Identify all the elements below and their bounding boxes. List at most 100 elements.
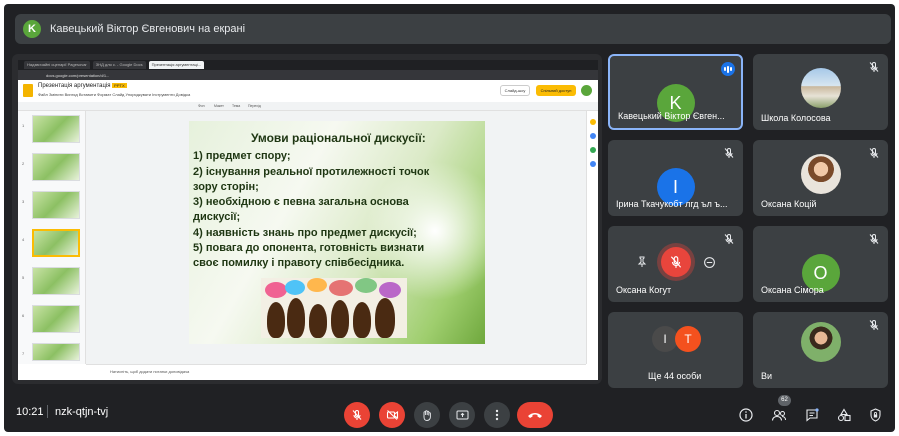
presenter-avatar: K [23, 20, 41, 38]
participant-name: Школа Колосова [761, 113, 831, 123]
clock: 10:21 [16, 406, 44, 418]
meeting-info-button[interactable] [735, 404, 757, 426]
participant-name: Ірина Ткачукобт лгд ъл ъ... [616, 199, 728, 209]
present-icon [456, 410, 468, 419]
thumb-number: 7 [22, 351, 25, 356]
slides-side-panel [586, 111, 598, 364]
hand-icon [423, 409, 431, 421]
remove-icon[interactable] [703, 256, 716, 269]
meet-window: K Кавецький Віктор Євгенович на екрані Н… [4, 4, 895, 432]
slideshow-button: Слайд-шоу [500, 85, 530, 96]
slide-line: зору сторін; [193, 181, 259, 193]
participant-name: Оксана Сімора [761, 285, 824, 295]
slide-thumbnail [32, 267, 80, 295]
thumb-number: 2 [22, 161, 25, 166]
presenting-text: Кавецький Віктор Євгенович на екрані [50, 23, 246, 35]
host-controls-button[interactable] [864, 404, 886, 426]
address-text: docs.google.com/presentation/d/1... [46, 72, 110, 78]
browser-tab: ЗНД для с. - Google Docs [92, 61, 146, 69]
mic-off-icon [352, 409, 362, 420]
slide-thumbnail [32, 191, 80, 219]
thumb-number: 3 [22, 199, 25, 204]
mic-off-icon [869, 320, 879, 330]
others-count-label: Ще 44 особи [648, 371, 702, 381]
thumb-number: 4 [22, 237, 25, 242]
activities-icon [837, 408, 851, 422]
participant-name: Кавецький Віктор Євген... [618, 111, 725, 121]
docs-account-avatar [581, 85, 592, 96]
mute-participant-button[interactable] [660, 247, 691, 277]
chat-icon [806, 408, 819, 422]
control-bar: 10:21 nzk-qtjn-tvj 62 [4, 392, 895, 432]
slide-thumbnail-selected [32, 229, 80, 257]
participant-tile[interactable]: О Оксана Сімора [753, 226, 888, 302]
avatar [800, 68, 841, 108]
notes-placeholder: Натисніть, щоб додати нотатки доповідача [110, 369, 190, 374]
participant-tile[interactable]: Оксана Когут [608, 226, 743, 302]
speaking-indicator-icon [721, 62, 735, 76]
doc-title: Презентація аргументація PPTX [38, 83, 127, 89]
toolbar-item: Перехід [248, 104, 261, 108]
activities-button[interactable] [833, 404, 855, 426]
chat-button[interactable] [801, 404, 823, 426]
slide-thumbnail [32, 153, 80, 181]
browser-address-bar: docs.google.com/presentation/d/1... [18, 70, 598, 80]
slides-header: Презентація аргументація PPTX Файл Зміни… [18, 80, 598, 102]
info-icon [739, 408, 753, 422]
mic-off-icon [869, 62, 879, 72]
slides-logo-icon [23, 84, 33, 97]
share-button: Спільний доступ [536, 85, 576, 96]
avatar [800, 154, 841, 194]
people-icon [771, 409, 786, 421]
camera-off-icon [386, 410, 398, 420]
slide-line: 3) необхідною є певна загальна основа [193, 196, 409, 208]
mic-off-icon [724, 148, 734, 158]
leave-call-button[interactable] [517, 402, 553, 428]
more-options-button[interactable] [484, 402, 510, 428]
hang-up-icon [528, 413, 542, 418]
raise-hand-button[interactable] [414, 402, 440, 428]
camera-toggle-button[interactable] [379, 402, 405, 428]
people-button[interactable] [768, 404, 790, 426]
mic-off-icon [869, 148, 879, 158]
slides-app: Презентація аргументація PPTX Файл Зміни… [18, 80, 598, 380]
pin-icon[interactable] [636, 256, 648, 268]
participant-tile[interactable]: Школа Колосова [753, 54, 888, 130]
slide-line: своє помилку і правоту співбесідника. [193, 257, 405, 269]
browser-tab: Надзвичайні сценарії Pagesovar [24, 61, 90, 69]
participant-name: Оксана Когут [616, 285, 672, 295]
mic-off-icon [724, 234, 734, 244]
participant-tile[interactable]: Оксана Коцій [753, 140, 888, 216]
speaker-notes: Натисніть, щоб додати нотатки доповідача [86, 364, 586, 380]
slide-line: 2) існування реальної протилежності точо… [193, 166, 430, 178]
thumb-number: 1 [22, 123, 25, 128]
self-tile[interactable]: Ви [753, 312, 888, 388]
slide-filmstrip: 1 2 3 4 5 6 7 [18, 111, 86, 364]
presenting-banner: K Кавецький Віктор Євгенович на екрані [15, 14, 891, 44]
slide-thumbnail [32, 305, 80, 333]
discussion-illustration [261, 278, 407, 338]
toolbar-item: Макет [214, 104, 224, 108]
mic-toggle-button[interactable] [344, 402, 370, 428]
slide-thumbnail [32, 343, 80, 361]
slide-line: 4) наявність знань про предмет дискусії; [193, 227, 417, 239]
participants-count-badge: 62 [778, 395, 791, 406]
meeting-code: nzk-qtjn-tvj [55, 406, 109, 418]
tile-hover-tools [636, 247, 716, 277]
slide-heading: Умови раціональної дискусії: [251, 131, 426, 145]
slide-line: 5) повага до опонента, готовність визнат… [193, 242, 425, 254]
participant-name: Оксана Коцій [761, 199, 817, 209]
present-screen-button[interactable] [449, 402, 475, 428]
slides-toolbar: Фон Макет Тема Перехід [18, 102, 598, 111]
browser-tab-active: Презентація аргументаці... [148, 61, 205, 69]
presentation-stage[interactable]: Надзвичайні сценарії Pagesovar ЗНД для с… [12, 54, 602, 384]
participant-tile[interactable]: K Кавецький Віктор Євген... [608, 54, 743, 130]
participant-name: Ви [761, 371, 773, 381]
participant-tile[interactable]: І Ірина Ткачукобт лгд ъл ъ... [608, 140, 743, 216]
others-tile[interactable]: І Т Ще 44 особи [608, 312, 743, 388]
avatar [800, 322, 841, 362]
more-vert-icon [495, 409, 499, 421]
doc-badge: PPTX [112, 83, 127, 88]
avatar: Т [675, 326, 701, 352]
slides-menu: Файл Змінити Вигляд Вставити Формат Слай… [38, 92, 191, 97]
